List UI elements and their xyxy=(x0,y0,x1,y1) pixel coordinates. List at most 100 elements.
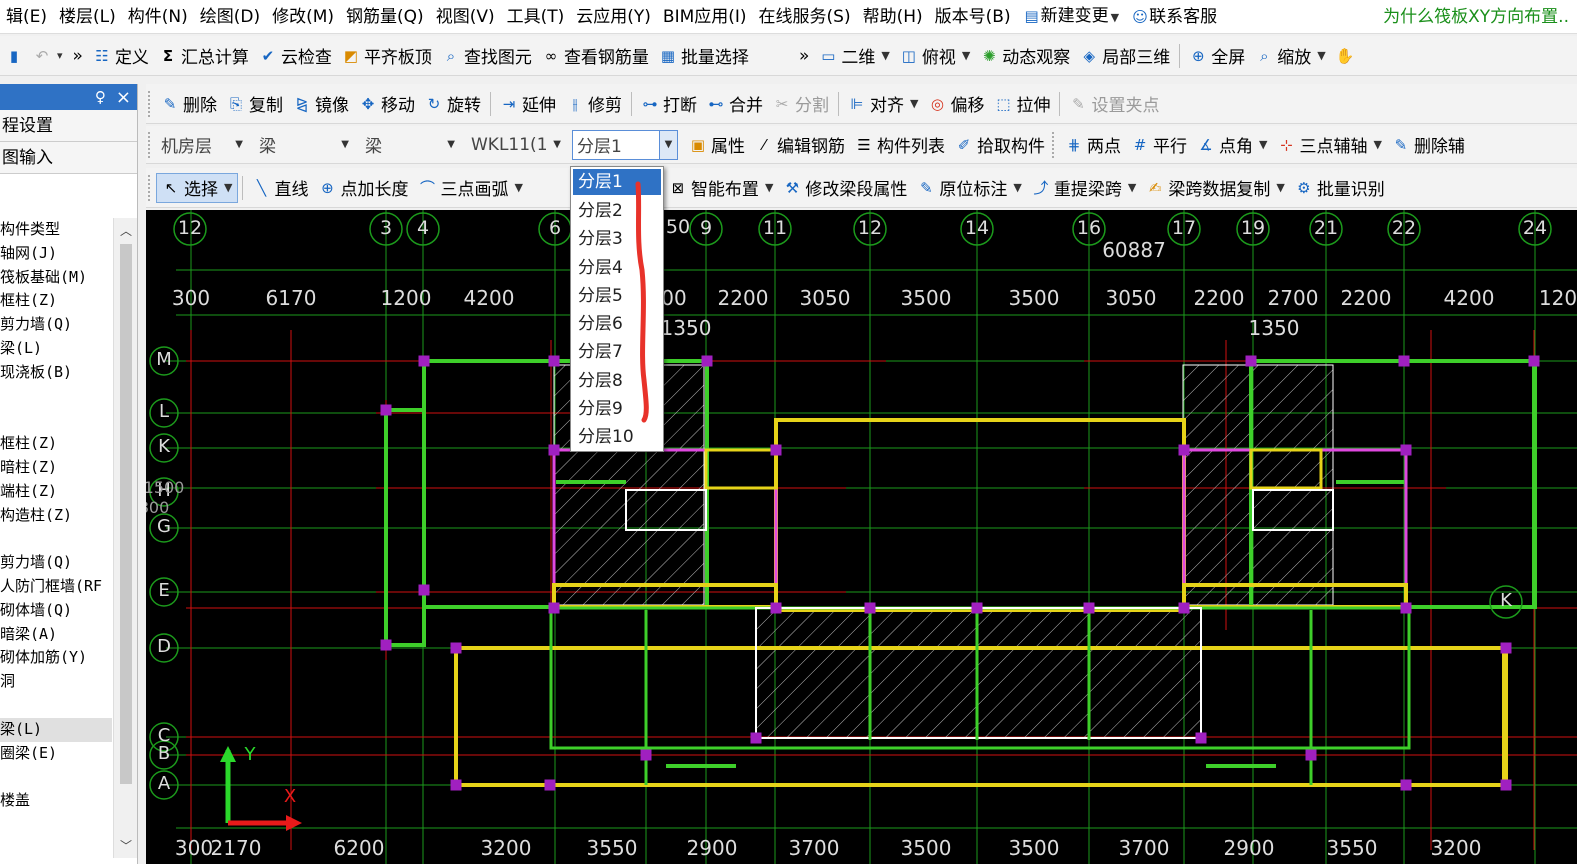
three-point-aux-axis-dropdown[interactable]: ⊹ 三点辅轴 ▼ xyxy=(1272,130,1386,160)
set-grip-button[interactable]: ✎ 设置夹点 xyxy=(1064,89,1164,119)
menu-view[interactable]: 视图(V) xyxy=(430,0,501,33)
merge-button[interactable]: ⊷ 合并 xyxy=(702,89,768,119)
component-list-button[interactable]: ☰ 构件列表 xyxy=(850,130,950,160)
menu-help[interactable]: 帮助(H) xyxy=(857,0,929,33)
component-select[interactable]: WKL11(1 ▼ xyxy=(466,130,566,160)
toolbar-overflow-2[interactable]: » xyxy=(794,41,814,71)
batch-select-button[interactable]: ▦ 批量选择 xyxy=(654,41,754,71)
break-button[interactable]: ⊶ 打断 xyxy=(636,89,702,119)
menu-bim[interactable]: BIM应用(I) xyxy=(657,0,753,33)
line-button[interactable]: ╲ 直线 xyxy=(247,173,313,203)
cloud-check-button[interactable]: ✔ 云检查 xyxy=(254,41,337,71)
in-situ-mark-dropdown[interactable]: ✎ 原位标注 ▼ xyxy=(912,173,1026,203)
menu-online[interactable]: 在线服务(S) xyxy=(753,0,857,33)
menu-draw[interactable]: 绘图(D) xyxy=(194,0,266,33)
scroll-down-icon[interactable]: ﹀ xyxy=(114,837,138,854)
properties-button[interactable]: ▣ 属性 xyxy=(684,130,750,160)
edit-rebar-button[interactable]: ⁄ 编辑钢筋 xyxy=(750,130,850,160)
fullscreen-button[interactable]: ⊕ 全屏 xyxy=(1184,41,1250,71)
category-select[interactable]: 梁 ▼ xyxy=(254,130,354,160)
tree-item[interactable]: 筏板基础(M) xyxy=(0,266,112,290)
align-slab-top-button[interactable]: ◩ 平齐板顶 xyxy=(337,41,437,71)
menu-edit[interactable]: 辑(E) xyxy=(0,0,53,33)
tree-item[interactable]: 框柱(Z) xyxy=(0,432,112,456)
menu-rebar-qty[interactable]: 钢筋量(Q) xyxy=(340,0,430,33)
tree-item[interactable]: 剪力墙(Q) xyxy=(0,551,112,575)
view-2d-dropdown[interactable]: ▭ 二维 ▼ xyxy=(814,41,894,71)
tree-item[interactable]: 现浇板(B) xyxy=(0,361,112,385)
scroll-up-icon[interactable]: ︿ xyxy=(114,222,138,239)
align-dropdown[interactable]: ⊫ 对齐 ▼ xyxy=(843,89,923,119)
re-extract-span-dropdown[interactable]: ⤴ 重提梁跨 ▼ xyxy=(1027,173,1141,203)
point-add-length-button[interactable]: ⊕ 点加长度 xyxy=(313,173,413,203)
tree-item[interactable]: 砌体加筋(Y) xyxy=(0,646,112,670)
trim-button[interactable]: ⫲ 修剪 xyxy=(561,89,627,119)
question-link[interactable]: 为什么筏板XY方向布置.. xyxy=(1383,0,1569,33)
two-points-button[interactable]: ⋕ 两点 xyxy=(1060,130,1126,160)
summary-calc-button[interactable]: Σ 汇总计算 xyxy=(154,41,254,71)
save-icon-button[interactable]: ▮ xyxy=(0,41,28,71)
tree-item[interactable]: 构造柱(Z) xyxy=(0,504,112,528)
point-angle-dropdown[interactable]: ∡ 点角 ▼ xyxy=(1192,130,1272,160)
smart-layout-dropdown[interactable]: ⊠ 智能布置 ▼ xyxy=(664,173,778,203)
tree-item[interactable]: 梁(L) xyxy=(0,717,112,742)
delete-aux-axis-button[interactable]: ✎ 删除辅 xyxy=(1387,130,1470,160)
toolbar-grip[interactable] xyxy=(1052,131,1056,158)
left-panel-scrollbar[interactable]: ︿ ﹀ xyxy=(113,218,137,858)
pick-component-button[interactable]: ✐ 拾取构件 xyxy=(950,130,1050,160)
menu-cloud[interactable]: 云应用(Y) xyxy=(570,0,657,33)
menu-component[interactable]: 构件(N) xyxy=(122,0,194,33)
layer-option[interactable]: 分层8 xyxy=(571,367,663,395)
modify-beam-segment-button[interactable]: ⚒ 修改梁段属性 xyxy=(778,173,912,203)
mirror-button[interactable]: ⧎ 镜像 xyxy=(288,89,354,119)
zoom-dropdown[interactable]: ⌕ 缩放 ▼ xyxy=(1250,41,1330,71)
tree-item[interactable]: 框柱(Z) xyxy=(0,289,112,313)
layer-option[interactable]: 分层9 xyxy=(571,395,663,423)
drawing-input-tab[interactable]: 图输入 xyxy=(0,142,137,174)
menu-modify[interactable]: 修改(M) xyxy=(266,0,340,33)
extend-button[interactable]: ⇥ 延伸 xyxy=(495,89,561,119)
tree-item[interactable]: 暗梁(A) xyxy=(0,623,112,647)
tree-item[interactable]: 砌体墙(Q) xyxy=(0,599,112,623)
tree-item[interactable]: 梁(L) xyxy=(0,337,112,361)
toolbar-grip[interactable] xyxy=(148,131,152,158)
tree-item[interactable]: 楼盖 xyxy=(0,789,112,813)
three-point-arc-dropdown[interactable]: ⌒ 三点画弧 ▼ xyxy=(413,173,527,203)
close-icon[interactable]: × xyxy=(116,87,131,108)
tree-item[interactable]: 人防门框墙(RF xyxy=(0,575,112,599)
tree-item[interactable]: 轴网(J) xyxy=(0,242,112,266)
top-view-dropdown[interactable]: ◫ 俯视 ▼ xyxy=(895,41,975,71)
layer-option[interactable]: 分层6 xyxy=(571,310,663,338)
undo-button[interactable]: ↶ ▾ xyxy=(28,41,68,71)
span-data-copy-dropdown[interactable]: ✍ 梁跨数据复制 ▼ xyxy=(1141,173,1289,203)
layer-option[interactable]: 分层5 xyxy=(571,282,663,310)
menu-tools[interactable]: 工具(T) xyxy=(501,0,571,33)
move-button[interactable]: ✥ 移动 xyxy=(354,89,420,119)
dynamic-observe-button[interactable]: ✺ 动态观察 xyxy=(975,41,1075,71)
tree-item[interactable]: 圈梁(E) xyxy=(0,742,112,766)
layer-option[interactable]: 分层2 xyxy=(571,197,663,225)
layer-option[interactable]: 分层1 xyxy=(573,169,661,195)
layer-option[interactable]: 分层7 xyxy=(571,338,663,366)
tree-item[interactable]: 端柱(Z) xyxy=(0,480,112,504)
batch-recognize-button[interactable]: ⚙ 批量识别 xyxy=(1290,173,1390,203)
menu-floor[interactable]: 楼层(L) xyxy=(53,0,122,33)
toolbar-grip[interactable] xyxy=(148,90,152,117)
copy-button[interactable]: ⎘ 复制 xyxy=(222,89,288,119)
tree-item[interactable]: 剪力墙(Q) xyxy=(0,313,112,337)
view-rebar-qty-button[interactable]: ∞ 查看钢筋量 xyxy=(537,41,654,71)
rotate-button[interactable]: ↻ 旋转 xyxy=(420,89,486,119)
menu-version[interactable]: 版本号(B) xyxy=(929,0,1017,33)
split-button[interactable]: ✂ 分割 xyxy=(768,89,834,119)
tree-item[interactable]: 暗柱(Z) xyxy=(0,456,112,480)
layer-option[interactable]: 分层3 xyxy=(571,225,663,253)
menu-new-change[interactable]: ▤ 新建变更 ▼ xyxy=(1017,0,1125,33)
tree-item[interactable]: 洞 xyxy=(0,670,112,694)
floor-select[interactable]: 机房层 ▼ xyxy=(156,130,248,160)
menu-contact-support[interactable]: ☺联系客服 xyxy=(1125,0,1223,33)
scroll-thumb[interactable] xyxy=(120,244,132,784)
toolbar-grip[interactable] xyxy=(148,174,152,201)
pin-icon[interactable]: ♀ xyxy=(95,88,106,106)
parallel-button[interactable]: # 平行 xyxy=(1126,130,1192,160)
local-3d-button[interactable]: ◈ 局部三维 xyxy=(1075,41,1175,71)
